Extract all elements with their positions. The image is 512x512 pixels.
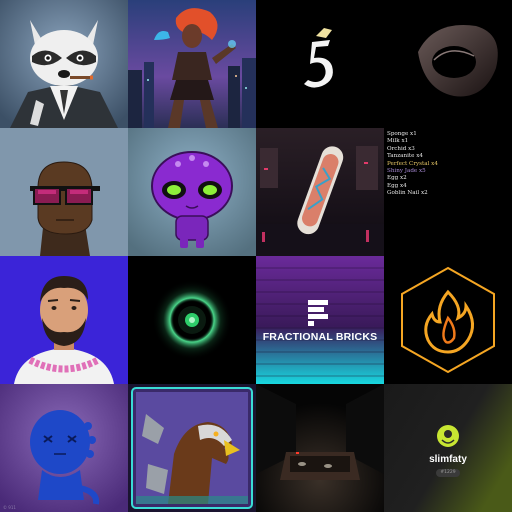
- dark-room-art: [256, 384, 384, 512]
- nft-gallery-grid: Sponge x1 Milk x1 Orchid x3 Tanzanite x4…: [0, 0, 512, 512]
- bearded-man-art: [0, 256, 128, 384]
- inventory-item: Shiny Jade x5: [387, 168, 426, 175]
- inventory-item: Milk x1: [387, 138, 409, 145]
- slimfaty-tile[interactable]: slimfaty #1229: [384, 384, 512, 512]
- inventory-list: Sponge x1 Milk x1 Orchid x3 Tanzanite x4…: [387, 131, 438, 198]
- glowing-orb-tile[interactable]: [128, 256, 256, 384]
- inventory-tile[interactable]: Sponge x1 Milk x1 Orchid x3 Tanzanite x4…: [384, 128, 512, 256]
- five-logo-art: [256, 0, 384, 128]
- five-logo-tile[interactable]: [256, 0, 384, 128]
- slimfaty-avatar-icon: [437, 425, 459, 447]
- inventory-item: Sponge x1: [387, 131, 417, 137]
- eagle-card-tile[interactable]: [128, 384, 256, 512]
- flame-hexagon-tile[interactable]: [384, 256, 512, 384]
- slimfaty-badge: #1229: [436, 469, 460, 477]
- inventory-item: Tanzanite x4: [387, 153, 423, 160]
- fractional-bricks-title: FRACTIONAL BRICKS: [262, 331, 378, 343]
- inventory-item: Perfect Crystal x4: [387, 160, 438, 167]
- blue-creature-art: [0, 384, 128, 512]
- inventory-item: Orchid x3: [387, 145, 415, 152]
- inventory-item: Goblin Nail x2: [387, 190, 428, 197]
- slimfaty-name: slimfaty: [429, 454, 467, 465]
- fractional-bricks-tile[interactable]: FRACTIONAL BRICKS: [256, 256, 384, 384]
- skateboard-tile[interactable]: [256, 128, 384, 256]
- inventory-item: Egg x4: [387, 182, 407, 189]
- flame-hexagon-art: [384, 256, 512, 384]
- raccoon-tile[interactable]: [0, 0, 128, 128]
- eagle-card-art: [128, 384, 256, 512]
- purple-alien-art: [128, 128, 256, 256]
- sunglasses-avatar-art: [0, 128, 128, 256]
- brick-wall-art: [256, 256, 384, 384]
- glowing-orb-art: [128, 256, 256, 384]
- abstract-ring-art: [384, 0, 512, 128]
- purple-alien-tile[interactable]: [128, 128, 256, 256]
- raccoon-art: [0, 0, 128, 128]
- corner-mark: © 911: [3, 505, 16, 510]
- bearded-man-tile[interactable]: [0, 256, 128, 384]
- sunglasses-avatar-tile[interactable]: [0, 128, 128, 256]
- dark-room-tile[interactable]: [256, 384, 384, 512]
- cyber-warrior-tile[interactable]: [128, 0, 256, 128]
- blue-creature-tile[interactable]: © 911: [0, 384, 128, 512]
- abstract-ring-tile[interactable]: [384, 0, 512, 128]
- cyber-warrior-art: [128, 0, 256, 128]
- skateboard-art: [256, 128, 384, 256]
- inventory-item: Egg x2: [387, 175, 407, 182]
